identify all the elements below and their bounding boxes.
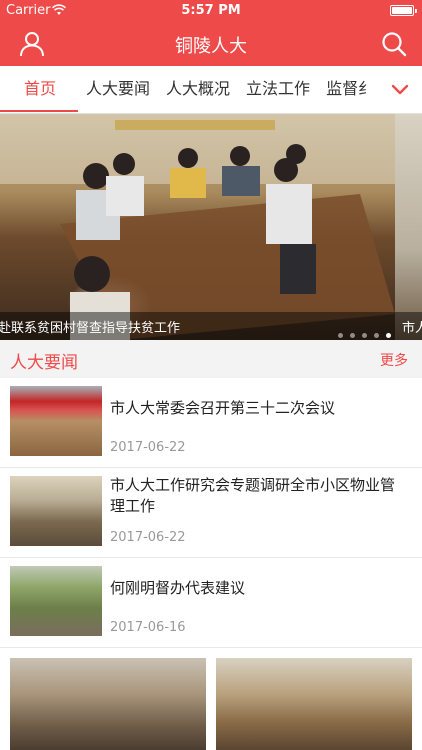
photo-card[interactable] bbox=[216, 658, 412, 750]
tab-overview[interactable]: 人大概况 bbox=[158, 66, 238, 112]
news-list: 市人大常委会召开第三十二次会议 2017-06-22 市人大工作研究会专题调研全… bbox=[0, 378, 422, 648]
news-thumbnail bbox=[10, 476, 102, 546]
carousel-dot[interactable] bbox=[362, 333, 367, 338]
section-header: 人大要闻 更多 bbox=[0, 340, 422, 378]
app-title: 铜陵人大 bbox=[175, 36, 247, 57]
news-thumbnail bbox=[10, 566, 102, 636]
search-icon[interactable] bbox=[380, 30, 408, 58]
carousel-dot[interactable] bbox=[350, 333, 355, 338]
banner-carousel[interactable]: 祥生赴联系贫困村督查指导扶贫工作 市人 bbox=[0, 114, 422, 340]
tab-strip: 首页 人大要闻 人大概况 立法工作 监督纟 bbox=[0, 66, 380, 113]
news-title: 何刚明督办代表建议 bbox=[110, 579, 246, 597]
news-thumbnail bbox=[10, 386, 102, 456]
carousel-dot[interactable] bbox=[338, 333, 343, 338]
carousel-dot[interactable] bbox=[374, 333, 379, 338]
more-link[interactable]: 更多 bbox=[380, 350, 408, 370]
carousel-indicators bbox=[338, 323, 398, 340]
banner-next-photo bbox=[395, 114, 422, 340]
more-tabs-button[interactable] bbox=[378, 66, 422, 113]
status-bar: Carrier 5:57 PM bbox=[0, 0, 422, 22]
banner-caption-bar: 祥生赴联系贫困村督查指导扶贫工作 市人 bbox=[0, 312, 422, 340]
section-title: 人大要闻 bbox=[10, 353, 78, 373]
clock: 5:57 PM bbox=[181, 3, 241, 18]
tab-news[interactable]: 人大要闻 bbox=[78, 66, 158, 112]
tab-supervision[interactable]: 监督纟 bbox=[318, 66, 380, 112]
news-date: 2017-06-22 bbox=[110, 530, 186, 545]
tab-home[interactable]: 首页 bbox=[0, 66, 79, 112]
category-tabs: 首页 人大要闻 人大概况 立法工作 监督纟 bbox=[0, 66, 422, 114]
photo-card[interactable] bbox=[10, 658, 206, 750]
banner-photo-illustration bbox=[0, 114, 395, 340]
news-date: 2017-06-16 bbox=[110, 620, 186, 635]
news-item[interactable]: 市人大工作研究会专题调研全市小区物业管理工作 2017-06-22 bbox=[0, 468, 422, 558]
banner-next-caption: 市人 bbox=[402, 321, 422, 336]
banner-caption: 祥生赴联系贫困村督查指导扶贫工作 bbox=[0, 321, 181, 336]
news-item[interactable]: 市人大常委会召开第三十二次会议 2017-06-22 bbox=[0, 378, 422, 468]
tab-legislation[interactable]: 立法工作 bbox=[238, 66, 318, 112]
news-title: 市人大工作研究会专题调研全市小区物业管理工作 bbox=[110, 476, 396, 515]
news-date: 2017-06-22 bbox=[110, 440, 186, 455]
banner-photo[interactable] bbox=[0, 114, 395, 340]
news-title: 市人大常委会召开第三十二次会议 bbox=[110, 399, 336, 417]
news-item[interactable]: 何刚明督办代表建议 2017-06-16 bbox=[0, 558, 422, 648]
battery-icon bbox=[390, 5, 417, 16]
carousel-dot-active[interactable] bbox=[386, 333, 391, 338]
chevron-down-icon bbox=[391, 84, 409, 95]
photo-grid bbox=[0, 648, 422, 750]
navigation-bar: 铜陵人大 bbox=[0, 22, 422, 66]
